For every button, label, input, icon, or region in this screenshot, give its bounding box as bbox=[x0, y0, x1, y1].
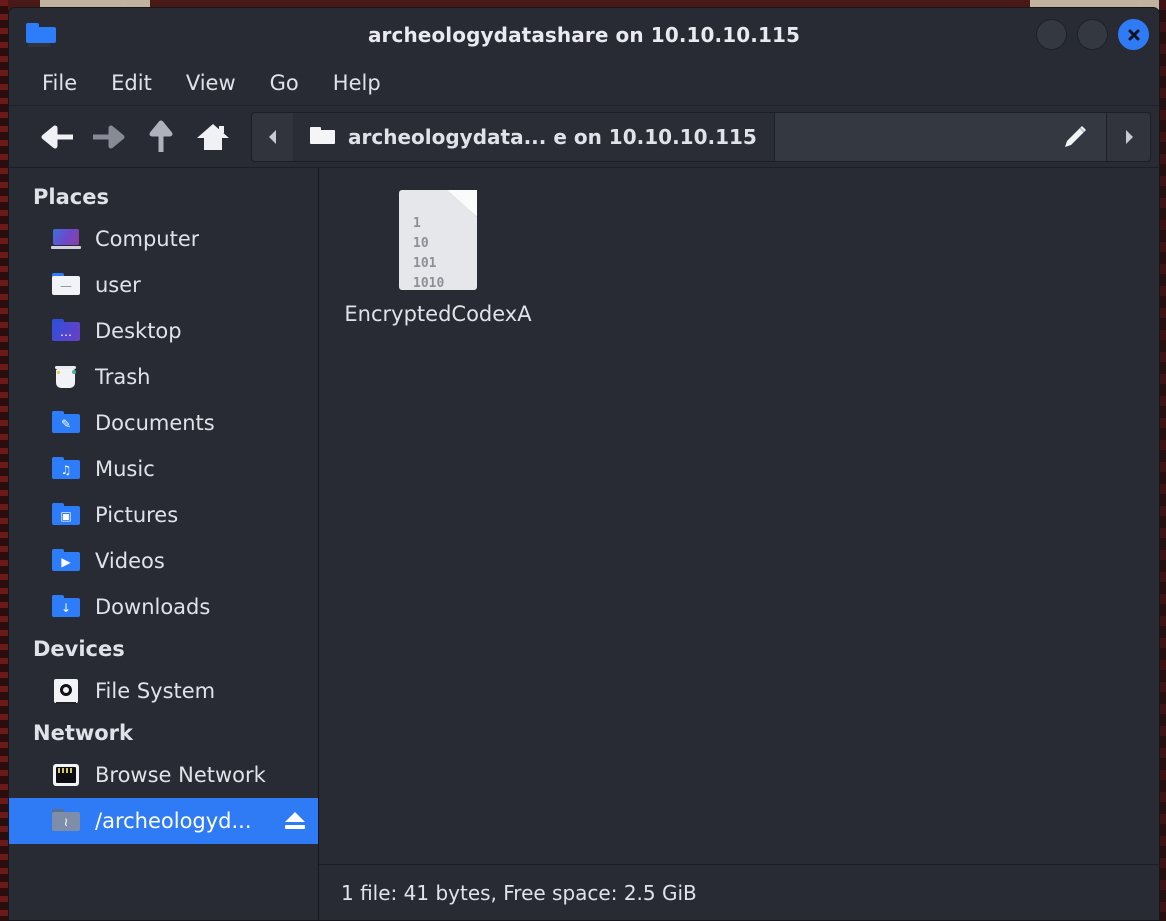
up-button[interactable] bbox=[135, 115, 187, 159]
trash-icon bbox=[51, 364, 81, 390]
sidebar-item-label: Downloads bbox=[95, 595, 211, 619]
menu-go[interactable]: Go bbox=[259, 68, 310, 98]
window-title: archeologydatashare on 10.10.10.115 bbox=[367, 22, 801, 47]
sidebar-item-label: user bbox=[95, 273, 141, 297]
home-button[interactable] bbox=[187, 115, 239, 159]
sidebar-group-places-title: Places bbox=[33, 185, 109, 209]
network-share-folder-icon: ≀ bbox=[51, 808, 81, 834]
home-folder-icon: — bbox=[51, 272, 81, 298]
sidebar-group-network-title: Network bbox=[33, 721, 134, 745]
statusbar: 1 file: 41 bytes, Free space: 2.5 GiB bbox=[319, 864, 1159, 920]
downloads-folder-icon: ↓ bbox=[51, 594, 81, 620]
titlebar[interactable]: archeologydatashare on 10.10.10.115 bbox=[9, 8, 1159, 61]
menubar: File Edit View Go Help bbox=[9, 61, 1159, 106]
music-folder-icon: ♫ bbox=[51, 456, 81, 482]
path-bar: archeologydata... e on 10.10.10.115 bbox=[251, 111, 1151, 162]
menu-help[interactable]: Help bbox=[322, 68, 392, 98]
sidebar-item-documents[interactable]: ✎ Documents bbox=[9, 400, 318, 446]
file-manager-window: archeologydatashare on 10.10.10.115 File… bbox=[8, 7, 1160, 921]
back-arrow-icon bbox=[41, 125, 73, 148]
sidebar-group-devices-title: Devices bbox=[33, 637, 125, 661]
sidebar: Places Computer — user … Desktop Trash ✎… bbox=[9, 168, 319, 920]
binary-file-bits: 1 10 101 1010 bbox=[413, 216, 445, 292]
sidebar-item-label: Browse Network bbox=[95, 763, 266, 787]
sidebar-item-label: Documents bbox=[95, 411, 215, 435]
path-scroll-right-button[interactable] bbox=[1107, 111, 1151, 162]
sidebar-item-label: Music bbox=[95, 457, 155, 481]
pictures-folder-icon: ▣ bbox=[51, 502, 81, 528]
path-scroll-left-button[interactable] bbox=[251, 111, 293, 162]
computer-icon bbox=[51, 226, 81, 252]
eject-icon[interactable] bbox=[284, 811, 306, 831]
pencil-icon bbox=[1065, 125, 1086, 147]
sidebar-item-file-system[interactable]: File System bbox=[9, 668, 318, 714]
home-icon bbox=[197, 123, 229, 150]
up-arrow-icon bbox=[149, 120, 173, 152]
sidebar-item-archeology-share[interactable]: ≀ /archeologyd... bbox=[9, 798, 318, 844]
file-item[interactable]: 1 10 101 1010 EncryptedCodexA bbox=[333, 182, 543, 326]
desktop-folder-icon: … bbox=[51, 318, 81, 344]
menu-file[interactable]: File bbox=[31, 68, 88, 98]
menu-view[interactable]: View bbox=[175, 68, 247, 98]
sidebar-item-music[interactable]: ♫ Music bbox=[9, 446, 318, 492]
chevron-left-icon bbox=[268, 129, 276, 144]
documents-folder-icon: ✎ bbox=[51, 410, 81, 436]
path-crumb-label: archeologydata... e on 10.10.10.115 bbox=[348, 124, 757, 149]
sidebar-item-videos[interactable]: ▶ Videos bbox=[9, 538, 318, 584]
main-pane: 1 10 101 1010 EncryptedCodexA 1 file: 41… bbox=[319, 168, 1159, 920]
minimize-button[interactable] bbox=[1036, 19, 1067, 50]
window-controls bbox=[1036, 19, 1149, 50]
sidebar-item-label: Trash bbox=[95, 365, 151, 389]
sidebar-item-user[interactable]: — user bbox=[9, 262, 318, 308]
sidebar-item-computer[interactable]: Computer bbox=[9, 216, 318, 262]
back-button[interactable] bbox=[31, 115, 83, 159]
folder-icon bbox=[26, 22, 56, 47]
maximize-button[interactable] bbox=[1077, 19, 1108, 50]
desktop-background-left bbox=[0, 0, 8, 921]
sidebar-item-desktop[interactable]: … Desktop bbox=[9, 308, 318, 354]
window-content: Places Computer — user … Desktop Trash ✎… bbox=[9, 168, 1159, 920]
sidebar-item-label: Videos bbox=[95, 549, 165, 573]
path-crumb-button[interactable]: archeologydata... e on 10.10.10.115 bbox=[293, 111, 775, 162]
drive-icon bbox=[51, 678, 81, 704]
folder-icon bbox=[310, 126, 335, 147]
close-icon bbox=[1128, 29, 1139, 40]
path-entry-field[interactable] bbox=[774, 111, 1107, 162]
desktop-background-right bbox=[1159, 0, 1166, 921]
close-button[interactable] bbox=[1118, 19, 1149, 50]
sidebar-item-trash[interactable]: Trash bbox=[9, 354, 318, 400]
sidebar-item-label: Pictures bbox=[95, 503, 179, 527]
binary-file-icon: 1 10 101 1010 bbox=[399, 190, 477, 291]
sidebar-item-pictures[interactable]: ▣ Pictures bbox=[9, 492, 318, 538]
toolbar: archeologydata... e on 10.10.10.115 bbox=[9, 106, 1159, 168]
sidebar-item-downloads[interactable]: ↓ Downloads bbox=[9, 584, 318, 630]
file-list-area[interactable]: 1 10 101 1010 EncryptedCodexA bbox=[319, 168, 1159, 864]
sidebar-item-browse-network[interactable]: Browse Network bbox=[9, 752, 318, 798]
chevron-right-icon bbox=[1125, 129, 1133, 144]
sidebar-item-label: File System bbox=[95, 679, 216, 703]
forward-arrow-icon bbox=[93, 125, 125, 148]
network-port-icon bbox=[51, 762, 81, 788]
menu-edit[interactable]: Edit bbox=[100, 68, 163, 98]
file-name-label: EncryptedCodexA bbox=[344, 302, 532, 326]
forward-button[interactable] bbox=[83, 115, 135, 159]
statusbar-text: 1 file: 41 bytes, Free space: 2.5 GiB bbox=[341, 880, 697, 905]
sidebar-item-label: /archeologyd... bbox=[95, 809, 252, 833]
videos-folder-icon: ▶ bbox=[51, 548, 81, 574]
sidebar-item-label: Computer bbox=[95, 227, 200, 251]
sidebar-item-label: Desktop bbox=[95, 319, 182, 343]
